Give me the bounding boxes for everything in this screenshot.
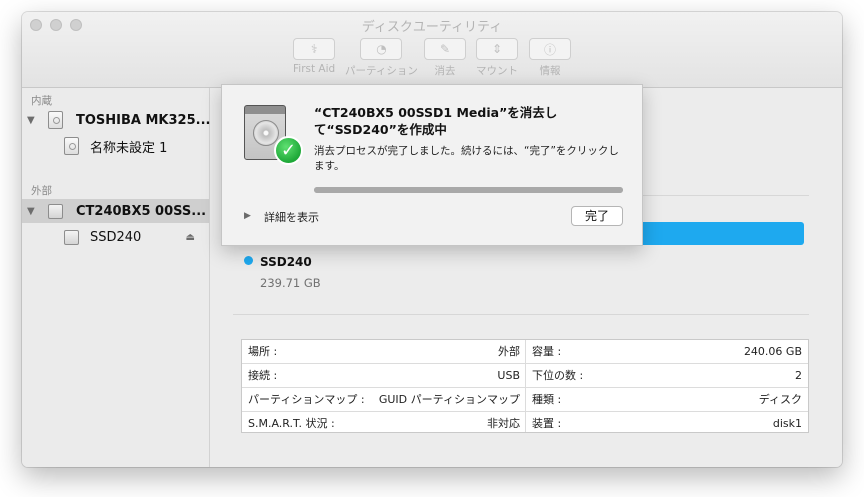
divider — [233, 314, 809, 315]
section-external-label: 外部 — [31, 185, 52, 197]
first-aid-label: First Aid — [293, 63, 336, 75]
info-key-connection: 接続 : — [248, 369, 278, 382]
sidebar-item-label: CT240BX5 00SS... — [76, 203, 207, 219]
disclosure-triangle-icon[interactable]: ▶ — [244, 211, 251, 221]
mount-label: マウント — [476, 65, 518, 77]
sheet-message: 消去プロセスが完了しました。続けるには、“完了”をクリックします。 — [314, 145, 619, 172]
first-aid-button[interactable]: ⚕ First Aid — [293, 38, 335, 75]
info-key-device: 装置 : — [532, 417, 562, 430]
partition-button[interactable]: ◔ パーティション — [345, 38, 418, 78]
info-key-type: 種類 : — [532, 393, 562, 406]
volume-color-dot — [244, 256, 253, 265]
volume-name: SSD240 — [260, 255, 312, 269]
info-key-smart-status: S.M.A.R.T. 状況 : — [248, 417, 335, 430]
disclosure-triangle-icon[interactable]: ▼ — [27, 115, 35, 126]
progress-bar-fill — [314, 187, 623, 193]
column-divider — [525, 340, 526, 432]
info-key-location: 場所 : — [248, 345, 278, 358]
sidebar: 内蔵 ▼ TOSHIBA MK325... 名称未設定 1 外部 ▼ CT240… — [22, 88, 210, 467]
info-button[interactable]: ⓘ 情報 — [529, 38, 571, 78]
sheet-title: “CT240BX5 00SSD1 Media”を消去して“SSD240”を作成中 — [314, 105, 558, 137]
external-disk-icon — [48, 204, 63, 219]
info-label: 情報 — [539, 65, 561, 77]
mount-icon: ⇕ — [491, 42, 503, 56]
info-value-connection: USB — [497, 369, 520, 382]
info-key-capacity: 容量 : — [532, 345, 562, 358]
erase-button[interactable]: ✎ 消去 — [424, 38, 466, 78]
checkmark-icon: ✓ — [274, 136, 303, 165]
info-value-type: ディスク — [758, 393, 802, 406]
partition-pie-icon: ◔ — [376, 42, 387, 56]
sidebar-item-label: TOSHIBA MK325... — [76, 112, 211, 128]
erase-label: 消去 — [434, 65, 456, 77]
info-key-partition-map: パーティションマップ : — [248, 393, 365, 406]
disclosure-triangle-icon[interactable]: ▼ — [27, 206, 35, 217]
show-details-link[interactable]: 詳細を表示 — [264, 209, 319, 225]
volume-icon — [64, 230, 79, 245]
done-button[interactable]: 完了 — [571, 206, 623, 226]
info-icon: ⓘ — [543, 42, 556, 57]
sidebar-item-label: 名称未設定 1 — [90, 140, 168, 156]
window-title: ディスクユーティリティ — [361, 20, 503, 35]
eject-icon[interactable]: ⏏ — [186, 232, 195, 243]
titlebar: ディスクユーティリティ ⚕ First Aid ◔ パーティション ✎ 消去 ⇕… — [22, 12, 842, 88]
section-internal-label: 内蔵 — [31, 95, 52, 107]
sidebar-item-untitled-volume[interactable]: 名称未設定 1 — [22, 134, 209, 158]
info-table: 場所 : 外部 接続 : USB パーティションマップ : GUID パーティシ… — [241, 339, 809, 433]
volume-icon — [64, 137, 79, 155]
sidebar-item-label: SSD240 — [90, 229, 142, 245]
volume-size: 239.71 GB — [260, 276, 321, 290]
sidebar-item-toshiba[interactable]: ▼ TOSHIBA MK325... — [22, 108, 211, 132]
info-value-partition-map: GUID パーティションマップ — [378, 393, 520, 406]
info-key-child-count: 下位の数 : — [532, 369, 584, 382]
mount-button[interactable]: ⇕ マウント — [476, 38, 518, 78]
sidebar-item-ct240[interactable]: ▼ CT240BX5 00SS... — [22, 199, 209, 223]
erase-icon: ✎ — [439, 42, 451, 56]
progress-bar — [314, 187, 623, 193]
info-value-device: disk1 — [772, 417, 802, 430]
info-value-child-count: 2 — [795, 369, 802, 382]
sidebar-item-ssd240[interactable]: SSD240 ⏏ — [22, 225, 209, 249]
info-value-smart-status: 非対応 — [487, 417, 520, 430]
info-value-capacity: 240.06 GB — [743, 345, 802, 358]
erase-progress-sheet: ✓ “CT240BX5 00SSD1 Media”を消去して“SSD240”を作… — [221, 84, 643, 246]
partition-label: パーティション — [345, 65, 418, 77]
internal-disk-icon — [48, 111, 63, 129]
stethoscope-icon: ⚕ — [310, 42, 318, 56]
info-value-location: 外部 — [498, 345, 520, 358]
